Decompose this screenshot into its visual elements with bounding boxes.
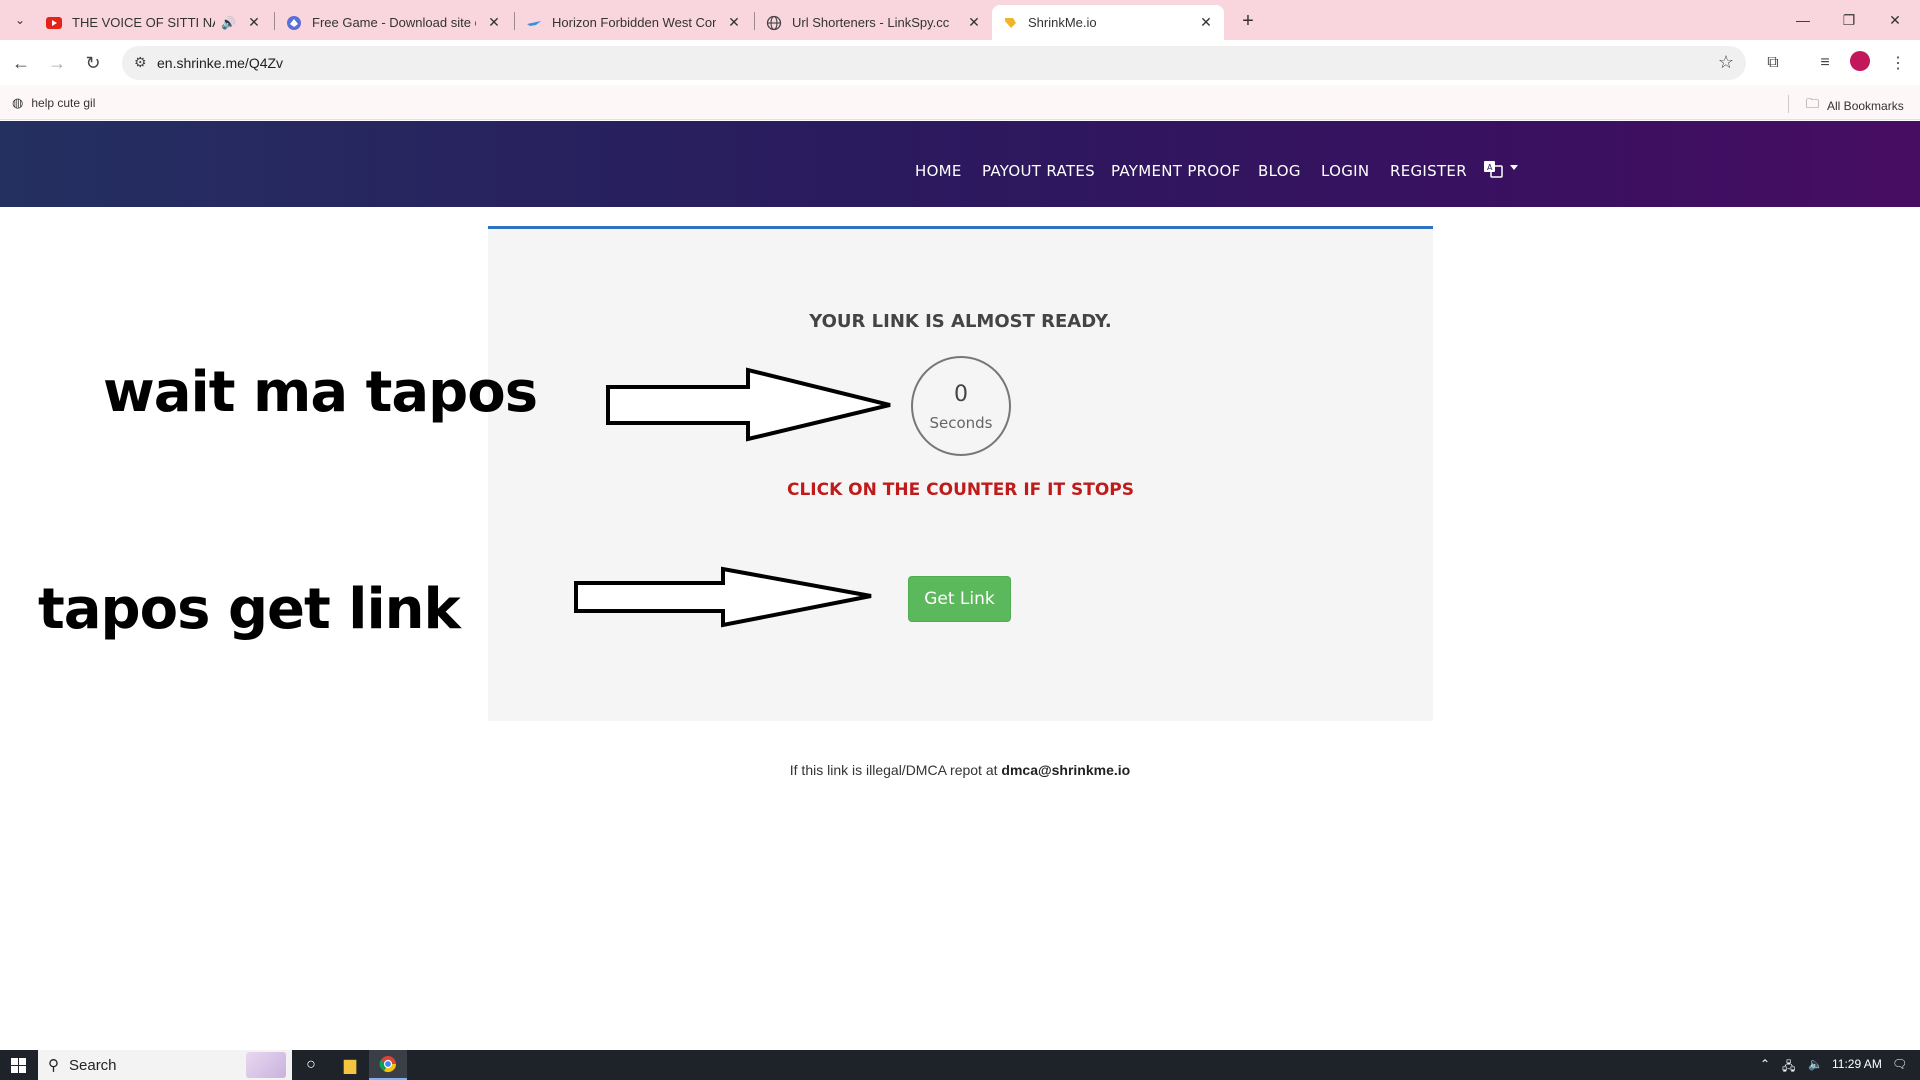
file-explorer-icon[interactable]: ▆ [331,1050,369,1080]
tab-title: ShrinkMe.io [1028,15,1097,30]
address-bar[interactable]: ⚙ en.shrinke.me/Q4Zv ☆ [122,46,1746,80]
menu-icon[interactable]: ⋮ [1885,50,1911,76]
nav-login[interactable]: LOGIN [1321,162,1369,180]
cortana-icon[interactable]: ○ [292,1050,330,1080]
chrome-icon[interactable] [369,1050,407,1080]
annotation-wait-text: wait ma tapos [103,360,538,425]
tab-separator [754,12,755,30]
close-icon[interactable]: ✕ [246,14,262,31]
browser-toolbar: ← → ↻ ⚙ en.shrinke.me/Q4Zv ☆ ⧉ ≡ ⋮ [0,40,1920,85]
taskbar-search[interactable]: ⚲ Search [38,1050,292,1080]
tab-linkspy[interactable]: Url Shorteners - LinkSpy.cc ✕ [756,5,992,40]
all-bookmarks-button[interactable]: 🗀 All Bookmarks [1806,95,1904,117]
language-icon[interactable]: A [1483,159,1503,179]
tab-separator [514,12,515,30]
bookmark-star-icon[interactable]: ☆ [1718,52,1734,73]
svg-text:A: A [1487,163,1493,172]
shrinkme-icon [1002,15,1018,31]
media-controls-icon[interactable]: ≡ [1812,50,1838,76]
tab-youtube[interactable]: THE VOICE OF SITTI NAVARR 🔊 ✕ [36,5,272,40]
dmca-notice: If this link is illegal/DMCA repot at dm… [0,762,1920,778]
close-window-icon[interactable]: ✕ [1872,0,1918,40]
tab-title: Url Shorteners - LinkSpy.cc [792,15,950,30]
nav-payout-rates[interactable]: PAYOUT RATES [982,162,1095,180]
counter-value: 0 [954,382,968,407]
tab-separator [274,12,275,30]
windows-taskbar: ⚲ Search ○ ▆ ⌃ 🖧 🔈 11:29 AM 🗨 [0,1050,1920,1080]
tab-title: THE VOICE OF SITTI NAVARR [72,15,215,30]
chevron-down-icon[interactable] [1510,165,1518,170]
extensions-icon[interactable]: ⧉ [1760,50,1786,76]
search-highlight-image [246,1052,286,1078]
globe-icon [766,15,782,31]
minimize-icon[interactable]: — [1780,0,1826,40]
plane-icon [526,15,542,31]
volume-icon[interactable]: 🔈 [1808,1057,1823,1071]
site-info-icon[interactable]: ⚙ [134,54,147,71]
close-icon[interactable]: ✕ [1198,14,1214,31]
all-bookmarks-label: All Bookmarks [1827,99,1904,113]
back-icon[interactable]: ← [6,48,36,78]
globe-icon: ◍ [12,95,24,110]
clock-time[interactable]: 11:29 AM [1832,1057,1882,1071]
tab-horizon[interactable]: Horizon Forbidden West Compl ✕ [516,5,752,40]
reload-icon[interactable]: ↻ [78,48,108,78]
bookmarks-divider [1788,95,1789,113]
close-icon[interactable]: ✕ [486,14,502,31]
arrow-to-counter [606,367,891,442]
search-icon: ⚲ [48,1057,59,1074]
speaker-icon[interactable]: 🔊 [221,16,236,30]
site-header: HOME PAYOUT RATES PAYMENT PROOF BLOG LOG… [0,121,1920,207]
folder-icon: 🗀 [1806,96,1820,111]
bookmark-item[interactable]: ◍ help cute gil [12,95,95,111]
windows-logo-icon [10,1057,26,1073]
forward-icon[interactable]: → [42,48,72,78]
counter-warning: CLICK ON THE COUNTER IF IT STOPS [786,480,1135,500]
tab-search-button[interactable]: ⌄ [8,8,32,32]
counter-unit: Seconds [929,414,993,432]
youtube-icon [46,15,62,31]
game-site-icon [286,15,302,31]
new-tab-button[interactable]: + [1234,7,1262,35]
nav-home[interactable]: HOME [915,162,962,180]
restore-icon[interactable]: ❐ [1826,0,1872,40]
tab-title: Free Game - Download site of p [312,15,476,30]
card-title: YOUR LINK IS ALMOST READY. [809,311,1112,332]
network-icon[interactable]: 🖧 [1782,1057,1795,1078]
nav-register[interactable]: REGISTER [1390,162,1467,180]
nav-blog[interactable]: BLOG [1258,162,1301,180]
notifications-icon[interactable]: 🗨 [1892,1057,1907,1071]
profile-avatar[interactable] [1850,51,1870,71]
tab-strip: ⌄ THE VOICE OF SITTI NAVARR 🔊 ✕ Free Gam… [0,0,1920,40]
annotation-get-link-text: tapos get link [38,577,461,642]
dmca-email[interactable]: dmca@shrinkme.io [1001,762,1130,778]
dmca-text: If this link is illegal/DMCA repot at [789,762,1002,778]
url-text[interactable]: en.shrinke.me/Q4Zv [157,55,283,71]
tab-shrinkme[interactable]: ShrinkMe.io ✕ [992,5,1224,40]
bookmark-label: help cute gil [31,96,96,110]
close-icon[interactable]: ✕ [966,14,982,31]
link-card: YOUR LINK IS ALMOST READY. 0 Seconds CLI… [488,226,1433,721]
get-link-button[interactable]: Get Link [908,576,1011,622]
tab-free-game[interactable]: Free Game - Download site of p ✕ [276,5,512,40]
close-icon[interactable]: ✕ [726,14,742,31]
bookmarks-bar: ◍ help cute gil 🗀 All Bookmarks [0,85,1920,120]
nav-payment-proof[interactable]: PAYMENT PROOF [1111,162,1241,180]
arrow-to-get-link [574,566,872,628]
search-label: Search [69,1056,117,1074]
chevron-up-icon[interactable]: ⌃ [1760,1057,1770,1071]
start-button[interactable] [0,1050,36,1080]
countdown-counter[interactable]: 0 Seconds [911,356,1011,456]
tab-title: Horizon Forbidden West Compl [552,15,716,30]
